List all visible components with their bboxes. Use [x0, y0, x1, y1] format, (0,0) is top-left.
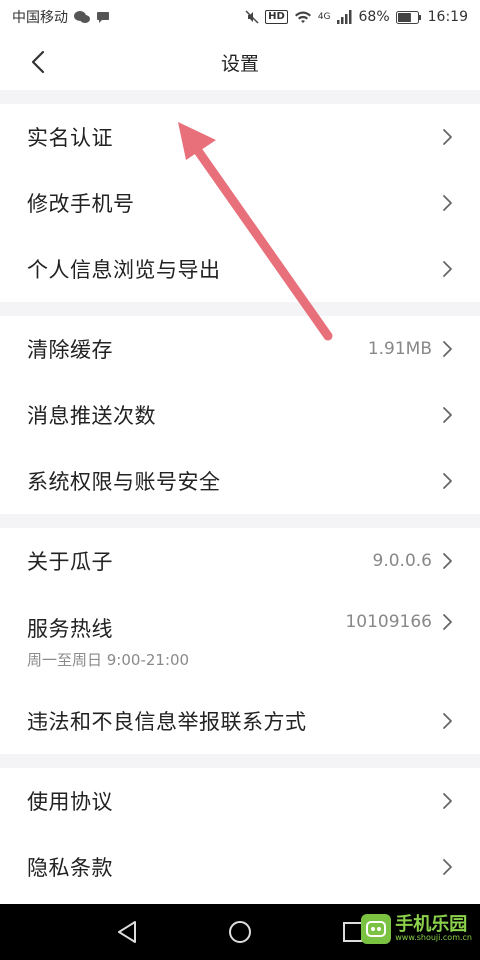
setting-label: 系统权限与账号安全 — [27, 470, 221, 494]
network-type: 4G — [317, 12, 331, 22]
chevron-right-icon — [443, 341, 452, 357]
section-divider — [0, 302, 480, 316]
chevron-right-icon — [443, 859, 452, 875]
section-divider — [0, 754, 480, 768]
nav-bar: 设置 — [0, 34, 480, 90]
battery-icon — [395, 10, 422, 24]
settings-list: 实名认证 修改手机号 个人信息浏览与导出 清除缓存 1.91MB 消息推送次数 … — [0, 90, 480, 900]
setting-permissions-security[interactable]: 系统权限与账号安全 — [0, 448, 480, 514]
watermark-logo-icon — [361, 914, 392, 944]
setting-service-hotline[interactable]: 服务热线 周一至周日 9:00-21:00 10109166 — [0, 594, 480, 688]
setting-terms-of-use[interactable]: 使用协议 — [0, 768, 480, 834]
wifi-icon — [294, 10, 312, 24]
circle-home-icon — [228, 921, 251, 943]
cache-size: 1.91MB — [367, 339, 432, 359]
setting-report-contact[interactable]: 违法和不良信息举报联系方式 — [0, 688, 480, 754]
page-title: 设置 — [220, 52, 259, 75]
hotline-number: 10109166 — [345, 612, 432, 632]
setting-label: 关于瓜子 — [27, 550, 113, 574]
setting-label: 违法和不良信息举报联系方式 — [27, 710, 307, 734]
setting-label: 隐私条款 — [27, 856, 113, 880]
setting-privacy-policy[interactable]: 隐私条款 — [0, 834, 480, 900]
chevron-right-icon — [443, 713, 452, 729]
hotline-hours: 周一至周日 9:00-21:00 — [27, 650, 190, 669]
app-version: 9.0.0.6 — [372, 551, 432, 571]
hd-badge: HD — [265, 10, 288, 24]
chevron-right-icon — [443, 195, 452, 211]
status-right: HD 4G 68% 16:19 — [245, 9, 468, 25]
setting-personal-info-export[interactable]: 个人信息浏览与导出 — [0, 236, 480, 302]
status-left: 中国移动 — [12, 7, 110, 27]
triangle-back-icon — [117, 921, 136, 943]
setting-push-frequency[interactable]: 消息推送次数 — [0, 382, 480, 448]
back-button[interactable] — [20, 44, 56, 80]
chevron-right-icon — [443, 553, 452, 569]
chevron-right-icon — [443, 614, 452, 630]
status-bar: 中国移动 HD 4G 68% 16:19 — [0, 0, 480, 34]
message-icon — [96, 10, 110, 24]
setting-label: 个人信息浏览与导出 — [27, 258, 221, 282]
setting-about[interactable]: 关于瓜子 9.0.0.6 — [0, 528, 480, 594]
nav-back-button[interactable] — [107, 912, 147, 952]
setting-label: 修改手机号 — [27, 192, 135, 216]
setting-change-phone[interactable]: 修改手机号 — [0, 170, 480, 236]
section-divider — [0, 90, 480, 104]
chevron-right-icon — [443, 793, 452, 809]
mute-icon — [245, 10, 259, 24]
chevron-right-icon — [443, 129, 452, 145]
setting-label: 清除缓存 — [27, 338, 113, 362]
carrier-name: 中国移动 — [12, 10, 68, 26]
wechat-icon — [74, 10, 90, 24]
setting-label: 服务热线 — [27, 616, 113, 641]
chevron-right-icon — [443, 261, 452, 277]
watermark: 手机乐园 www.shouji.com.cn — [361, 914, 472, 944]
setting-label: 使用协议 — [27, 790, 113, 814]
watermark-text: 手机乐园 — [395, 914, 468, 935]
battery-percent: 68% — [358, 9, 390, 25]
setting-real-name-auth[interactable]: 实名认证 — [0, 104, 480, 170]
clock: 16:19 — [427, 9, 468, 25]
section-divider — [0, 514, 480, 528]
chevron-left-icon — [31, 50, 45, 74]
signal-icon — [336, 10, 353, 24]
setting-label: 消息推送次数 — [27, 404, 156, 428]
chevron-right-icon — [443, 407, 452, 423]
nav-home-button[interactable] — [220, 912, 260, 952]
watermark-url: www.shouji.com.cn — [395, 933, 472, 942]
setting-label: 实名认证 — [27, 126, 113, 150]
setting-clear-cache[interactable]: 清除缓存 1.91MB — [0, 316, 480, 382]
chevron-right-icon — [443, 473, 452, 489]
